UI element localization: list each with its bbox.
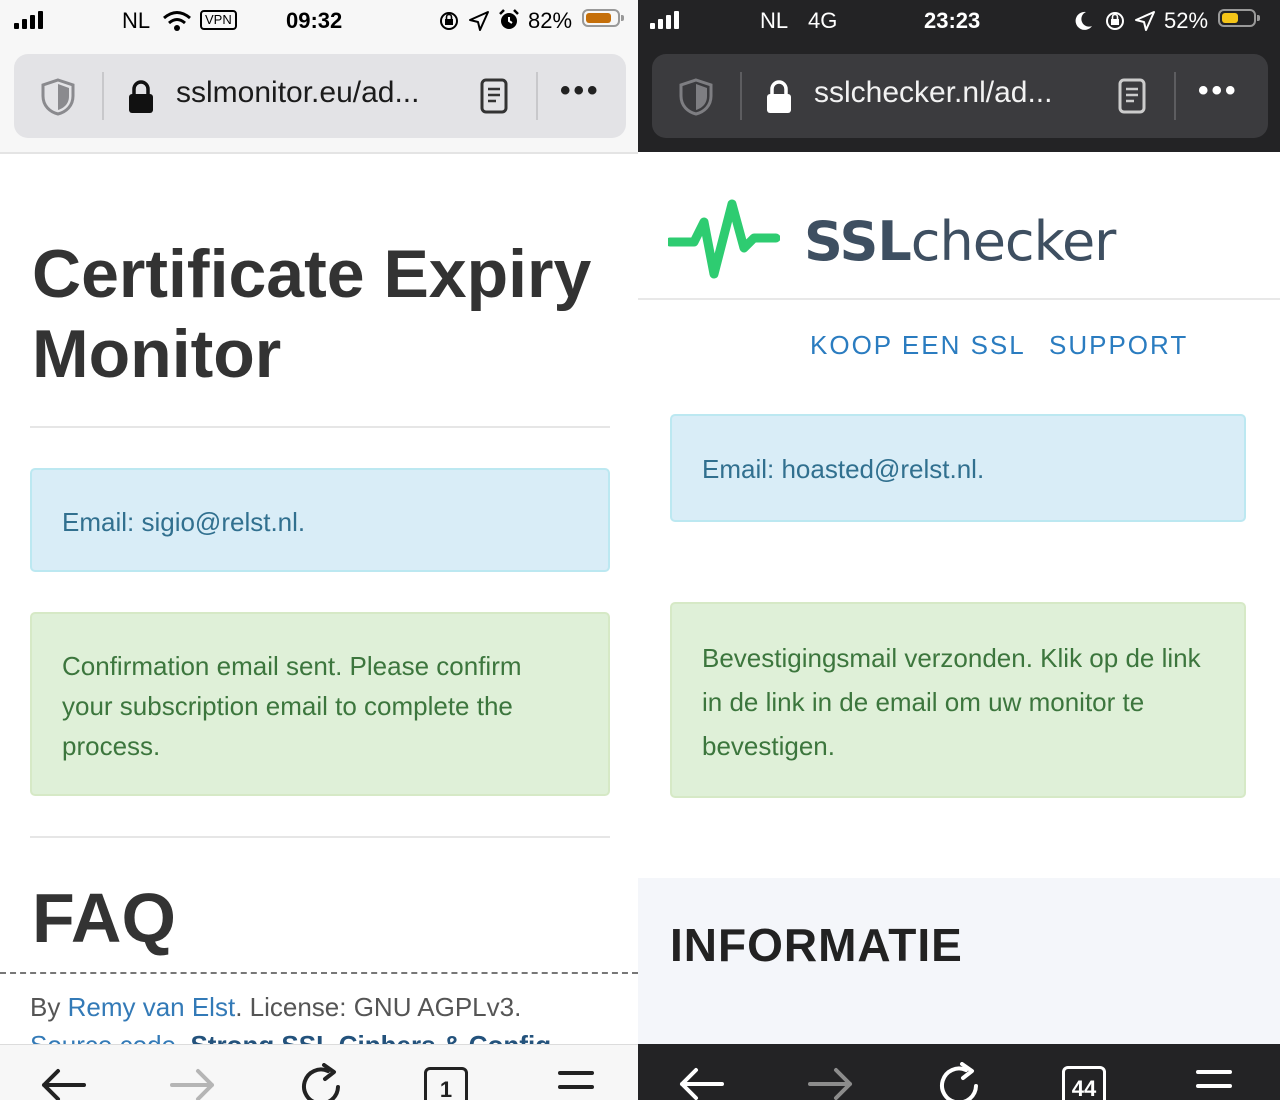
orientation-lock-icon: [1106, 12, 1124, 30]
left-browser-pane: NL VPN 09:32 82% sslmonitor.eu/ad... •••…: [0, 0, 638, 1100]
more-icon[interactable]: •••: [560, 74, 601, 108]
status-bar: NL 4G 23:23 52%: [638, 0, 1280, 44]
address-bar[interactable]: sslchecker.nl/ad... •••: [652, 54, 1268, 138]
information-section: INFORMATIE: [638, 878, 1280, 1044]
forward-arrow-icon[interactable]: [806, 1062, 856, 1100]
cellular-signal-icon: [650, 11, 679, 29]
vpn-badge: VPN: [200, 10, 237, 30]
network-label: 4G: [808, 8, 838, 33]
nav-buy-ssl[interactable]: KOOP EEN SSL: [810, 330, 1026, 361]
bottom-toolbar: 1: [0, 1044, 638, 1100]
pulse-logo-icon[interactable]: [668, 198, 780, 282]
battery-percent: 82%: [528, 8, 573, 33]
back-arrow-icon[interactable]: [676, 1062, 726, 1100]
lock-icon: [767, 80, 791, 113]
dashed-divider: [0, 972, 638, 974]
faq-heading: FAQ: [32, 879, 176, 957]
status-bar: NL VPN 09:32 82%: [0, 0, 638, 44]
license-text: . License: GNU AGPLv3.: [235, 992, 522, 1022]
battery-icon: [1218, 9, 1260, 27]
alarm-icon: [499, 9, 519, 29]
email-info-alert: Email: sigio@relst.nl.: [30, 468, 610, 572]
carrier-label: NL: [122, 8, 151, 33]
battery-icon: [582, 9, 624, 27]
reader-mode-icon[interactable]: [480, 78, 508, 114]
clock: 23:23: [924, 8, 981, 33]
tabs-icon[interactable]: 1: [424, 1067, 468, 1100]
page-title: Certificate Expiry Monitor: [32, 236, 592, 392]
footer-by: By: [30, 992, 68, 1022]
more-icon[interactable]: •••: [1198, 74, 1239, 108]
site-logo[interactable]: SSLchecker: [804, 210, 1117, 273]
confirmation-success-alert: Confirmation email sent. Please confirm …: [30, 612, 610, 796]
reload-icon[interactable]: [298, 1063, 346, 1100]
moon-icon: [1075, 11, 1092, 30]
nav-support[interactable]: SUPPORT: [1049, 330, 1188, 361]
url-text[interactable]: sslchecker.nl/ad...: [814, 76, 1052, 110]
author-link[interactable]: Remy van Elst: [68, 992, 236, 1022]
battery-percent: 52%: [1164, 8, 1209, 33]
clock: 09:32: [286, 8, 343, 33]
divider: [30, 426, 610, 428]
url-text[interactable]: sslmonitor.eu/ad...: [176, 76, 419, 110]
right-browser-pane: NL 4G 23:23 52% sslchecker.nl/ad... ••• …: [638, 0, 1280, 1100]
bottom-toolbar: 44: [638, 1044, 1280, 1100]
location-arrow-icon: [1135, 11, 1155, 31]
address-bar-container: sslchecker.nl/ad... •••: [638, 44, 1280, 152]
tabs-icon[interactable]: 44: [1062, 1066, 1106, 1100]
header-divider: [638, 298, 1280, 300]
menu-icon[interactable]: [1194, 1062, 1234, 1100]
logo-rest: checker: [910, 210, 1117, 273]
logo-bold: SSL: [804, 210, 912, 273]
shield-icon[interactable]: [40, 78, 76, 116]
orientation-lock-icon: [440, 12, 458, 30]
cellular-signal-icon: [14, 11, 43, 29]
divider: [30, 836, 610, 838]
email-info-alert: Email: hoasted@relst.nl.: [670, 414, 1246, 522]
forward-arrow-icon[interactable]: [168, 1063, 218, 1100]
reload-icon[interactable]: [936, 1062, 984, 1100]
address-bar[interactable]: sslmonitor.eu/ad... •••: [14, 54, 626, 138]
reader-mode-icon[interactable]: [1118, 78, 1146, 114]
back-arrow-icon[interactable]: [38, 1063, 88, 1100]
carrier-label: NL: [760, 8, 789, 33]
menu-icon[interactable]: [556, 1063, 596, 1100]
shield-icon[interactable]: [678, 78, 714, 116]
address-bar-container: sslmonitor.eu/ad... •••: [0, 44, 638, 154]
information-heading: INFORMATIE: [670, 919, 963, 971]
confirmation-success-alert: Bevestigingsmail verzonden. Klik op de l…: [670, 602, 1246, 798]
wifi-icon: [163, 11, 191, 31]
lock-icon: [129, 80, 153, 113]
location-arrow-icon: [469, 11, 489, 31]
